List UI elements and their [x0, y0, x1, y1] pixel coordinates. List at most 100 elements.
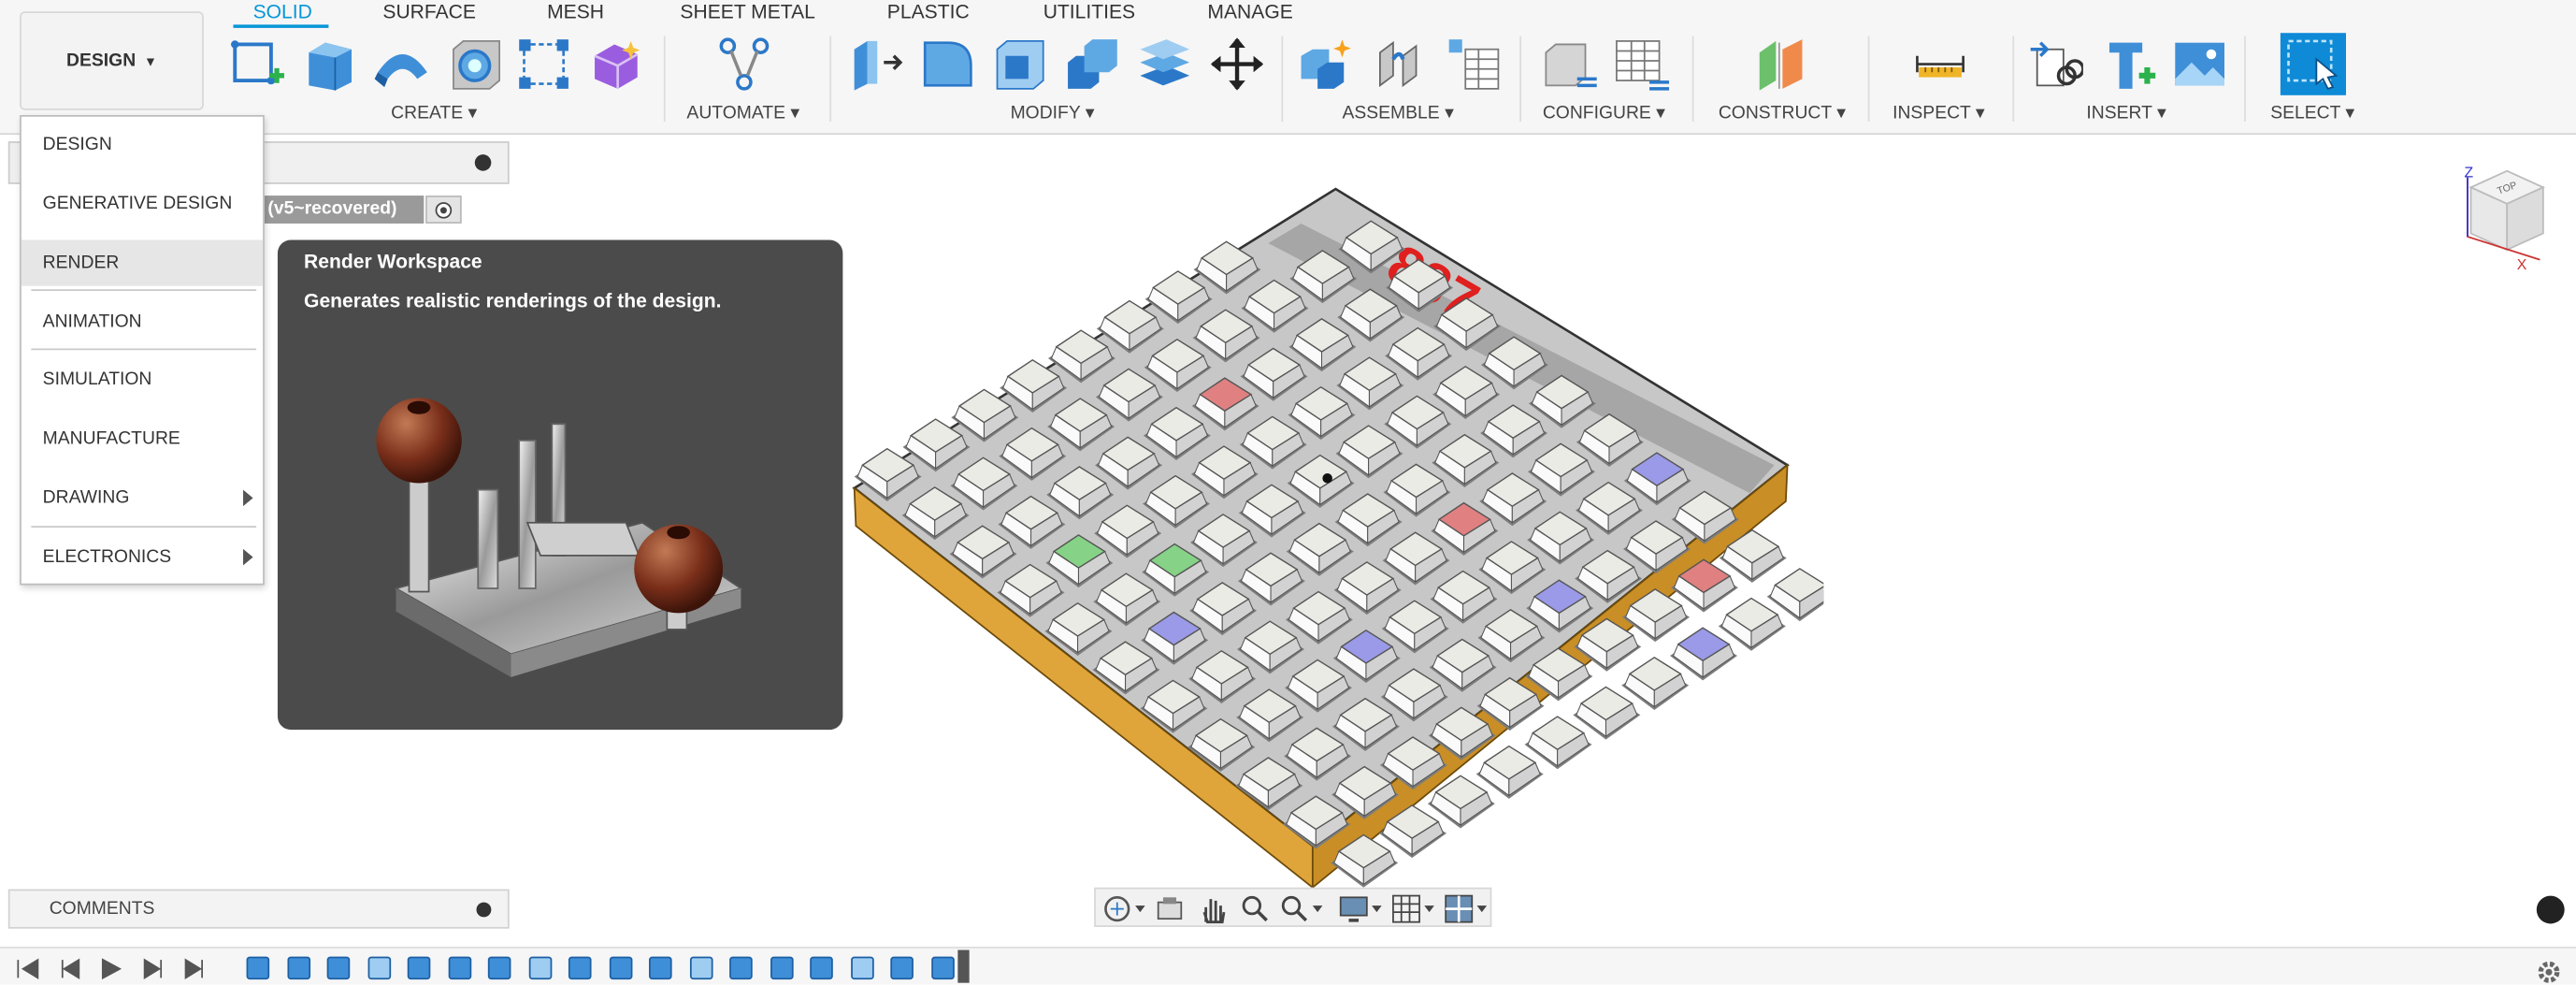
timeline-feature-icon[interactable] — [930, 956, 954, 980]
group-inspect[interactable]: INSPECT ▾ — [1892, 102, 1985, 123]
menu-item-electronics-label: ELECTRONICS — [42, 547, 172, 568]
group-create[interactable]: CREATE ▾ — [391, 102, 477, 123]
timeline-feature-icon[interactable] — [649, 956, 672, 980]
orbit-icon[interactable] — [1102, 894, 1148, 924]
group-select[interactable]: SELECT ▾ — [2270, 102, 2354, 123]
zoom-window-icon[interactable] — [1280, 894, 1326, 924]
menu-item-manufacture[interactable]: MANUFACTURE — [22, 416, 263, 462]
zoom-icon[interactable] — [1241, 894, 1271, 924]
menu-item-generative-design[interactable]: GENERATIVE DESIGN — [22, 181, 263, 226]
timeline-feature-icon[interactable] — [689, 956, 712, 980]
timeline-feature-icon[interactable] — [850, 956, 873, 980]
select-icon[interactable] — [2280, 33, 2347, 95]
revolve-icon[interactable] — [374, 36, 431, 93]
timeline-end-icon — [184, 958, 203, 979]
joint-icon[interactable] — [1374, 36, 1430, 93]
insert-mcmaster-icon[interactable] — [2103, 36, 2159, 93]
model-viewport[interactable]: 887 — [838, 172, 1824, 895]
tooltip-description: Generates realistic renderings of the de… — [304, 289, 722, 312]
viewcube-axis-x: X — [2517, 257, 2527, 273]
menu-divider — [31, 348, 257, 351]
display-settings-icon[interactable] — [1339, 894, 1385, 924]
move-icon[interactable] — [1209, 36, 1265, 93]
pan-icon[interactable] — [1198, 892, 1228, 925]
comments-add-icon[interactable] — [476, 902, 492, 918]
timeline-feature-icon[interactable] — [246, 956, 270, 980]
menu-item-design[interactable]: DESIGN — [22, 122, 263, 167]
menu-item-electronics[interactable]: ELECTRONICS — [22, 534, 263, 580]
bill-of-materials-icon[interactable] — [1446, 36, 1502, 93]
tab-solid[interactable]: SOLID — [253, 0, 312, 23]
timeline-marker[interactable] — [957, 949, 970, 983]
look-at-icon[interactable] — [1155, 894, 1185, 924]
combine-icon[interactable] — [1065, 36, 1121, 93]
timeline-feature-icon[interactable] — [568, 956, 592, 980]
measure-icon[interactable] — [1912, 36, 1968, 93]
construct-plane-icon[interactable] — [1754, 36, 1810, 93]
insert-image-icon[interactable] — [2172, 36, 2228, 93]
tab-plastic[interactable]: PLASTIC — [887, 0, 970, 23]
replace-face-icon[interactable] — [1137, 36, 1193, 93]
timeline-feature-icon[interactable] — [447, 956, 471, 980]
toolbar-separator — [1519, 36, 1521, 123]
timeline-feature-icon[interactable] — [286, 956, 310, 980]
grid-settings-icon[interactable] — [1391, 894, 1437, 924]
configure-table-icon[interactable] — [1613, 36, 1670, 93]
timeline-feature-icon[interactable] — [890, 956, 914, 980]
timeline-feature-icon[interactable] — [326, 956, 351, 980]
group-assemble[interactable]: ASSEMBLE ▾ — [1342, 102, 1453, 123]
timeline-feature-icon[interactable] — [487, 956, 511, 980]
group-insert[interactable]: INSERT ▾ — [2086, 102, 2166, 123]
automate-icon[interactable] — [716, 36, 772, 93]
group-modify[interactable]: MODIFY ▾ — [1011, 102, 1095, 123]
group-modify-label: MODIFY — [1010, 103, 1081, 123]
feedback-icon[interactable] — [2536, 895, 2565, 924]
timeline-feature-icon[interactable] — [608, 956, 632, 980]
workspace-switcher-button[interactable]: DESIGN ▼ — [20, 11, 204, 110]
tooltip-title: Render Workspace — [304, 250, 482, 273]
browser-collapse-icon[interactable] — [474, 154, 492, 171]
document-visibility-toggle[interactable] — [425, 196, 462, 224]
tab-manage[interactable]: MANAGE — [1207, 0, 1292, 23]
hole-icon[interactable] — [447, 36, 503, 93]
menu-item-simulation[interactable]: SIMULATION — [22, 356, 263, 402]
configure-icon[interactable] — [1541, 36, 1597, 93]
timeline-feature-icon[interactable] — [407, 956, 431, 980]
timeline-feature-icon[interactable] — [810, 956, 833, 980]
workspace-switcher-label: DESIGN — [66, 51, 137, 71]
comments-panel[interactable]: COMMENTS — [7, 889, 510, 929]
tab-mesh[interactable]: MESH — [547, 0, 604, 23]
tab-sheet-metal[interactable]: SHEET METAL — [680, 0, 815, 23]
new-component-icon[interactable] — [1298, 36, 1354, 93]
group-construct[interactable]: CONSTRUCT ▾ — [1719, 102, 1846, 123]
create-form-icon[interactable] — [588, 36, 644, 93]
group-configure[interactable]: CONFIGURE ▾ — [1543, 102, 1665, 123]
create-sketch-icon[interactable] — [230, 36, 286, 93]
group-assemble-label: ASSEMBLE — [1342, 103, 1440, 123]
timeline-feature-icon[interactable] — [770, 956, 793, 980]
tab-surface[interactable]: SURFACE — [382, 0, 476, 23]
insert-derive-icon[interactable] — [2027, 36, 2083, 93]
menu-divider — [31, 289, 257, 291]
rectangular-pattern-icon[interactable] — [516, 36, 572, 93]
tab-utilities[interactable]: UTILITIES — [1043, 0, 1135, 23]
timeline-feature-icon[interactable] — [527, 956, 552, 980]
toolbar-separator — [1281, 36, 1284, 123]
viewports-icon[interactable] — [1444, 894, 1489, 924]
timeline-feature-icon[interactable] — [367, 956, 391, 980]
gear-icon[interactable] — [2537, 960, 2561, 984]
comments-label: COMMENTS — [49, 899, 155, 920]
render-workspace-tooltip: Render Workspace Generates realistic ren… — [277, 239, 843, 731]
press-pull-icon[interactable] — [848, 36, 904, 93]
fillet-icon[interactable] — [920, 36, 976, 93]
extrude-icon[interactable] — [302, 36, 358, 93]
browser-panel-header[interactable] — [263, 141, 510, 184]
toolbar-separator — [2012, 36, 2015, 123]
shell-icon[interactable] — [992, 36, 1048, 93]
timeline-feature-icon[interactable] — [729, 956, 753, 980]
menu-item-drawing[interactable]: DRAWING — [22, 475, 263, 521]
viewcube[interactable]: Z X TOP — [2454, 165, 2556, 280]
menu-item-render[interactable]: RENDER — [21, 239, 264, 286]
menu-item-animation[interactable]: ANIMATION — [22, 299, 263, 345]
group-automate[interactable]: AUTOMATE ▾ — [686, 102, 799, 123]
